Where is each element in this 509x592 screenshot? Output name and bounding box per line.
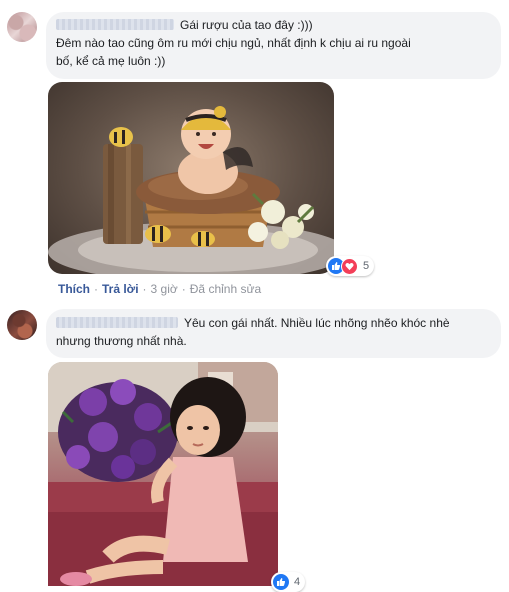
reply-link[interactable]: Trả lời <box>102 282 139 296</box>
comment-text-line: Đêm nào tao cũng ôm ru mới chịu ngủ, nhấ… <box>56 36 411 50</box>
love-icon <box>341 257 358 275</box>
reaction-summary[interactable]: 5 <box>326 256 375 276</box>
comment-text-line: Gái rượu của tao đây :))) <box>56 17 313 33</box>
comment-actions: Thích · Trả lời · 3 giờ · Đã chỉnh sửa <box>58 282 262 296</box>
commenter-name-redacted[interactable] <box>56 317 178 328</box>
commenter-avatar[interactable] <box>7 310 37 340</box>
commenter-avatar[interactable] <box>7 12 37 42</box>
like-icon <box>273 574 289 590</box>
comment-bubble: Gái rượu của tao đây :))) Đêm nào tao cũ… <box>46 12 501 79</box>
edited-label[interactable]: Đã chỉnh sửa <box>190 282 261 296</box>
comment-text-line: bố, kể cả mẹ luôn :)) <box>56 54 166 68</box>
reaction-count: 5 <box>363 260 370 272</box>
reaction-count: 4 <box>294 576 301 588</box>
comment-text-line: Yêu con gái nhất. Nhiều lúc nhõng nhẽo k… <box>56 315 450 331</box>
comment-bubble: Yêu con gái nhất. Nhiều lúc nhõng nhẽo k… <box>46 309 501 358</box>
reaction-summary[interactable]: 4 <box>271 572 306 592</box>
commenter-name-redacted[interactable] <box>56 19 174 30</box>
like-link[interactable]: Thích <box>58 282 90 296</box>
comment-text-line: nhưng thương nhất nhà. <box>56 334 187 348</box>
comment-timestamp[interactable]: 3 giờ <box>151 282 178 296</box>
comment-photo-girl[interactable] <box>48 362 278 586</box>
comment-photo-baby[interactable] <box>48 82 334 274</box>
